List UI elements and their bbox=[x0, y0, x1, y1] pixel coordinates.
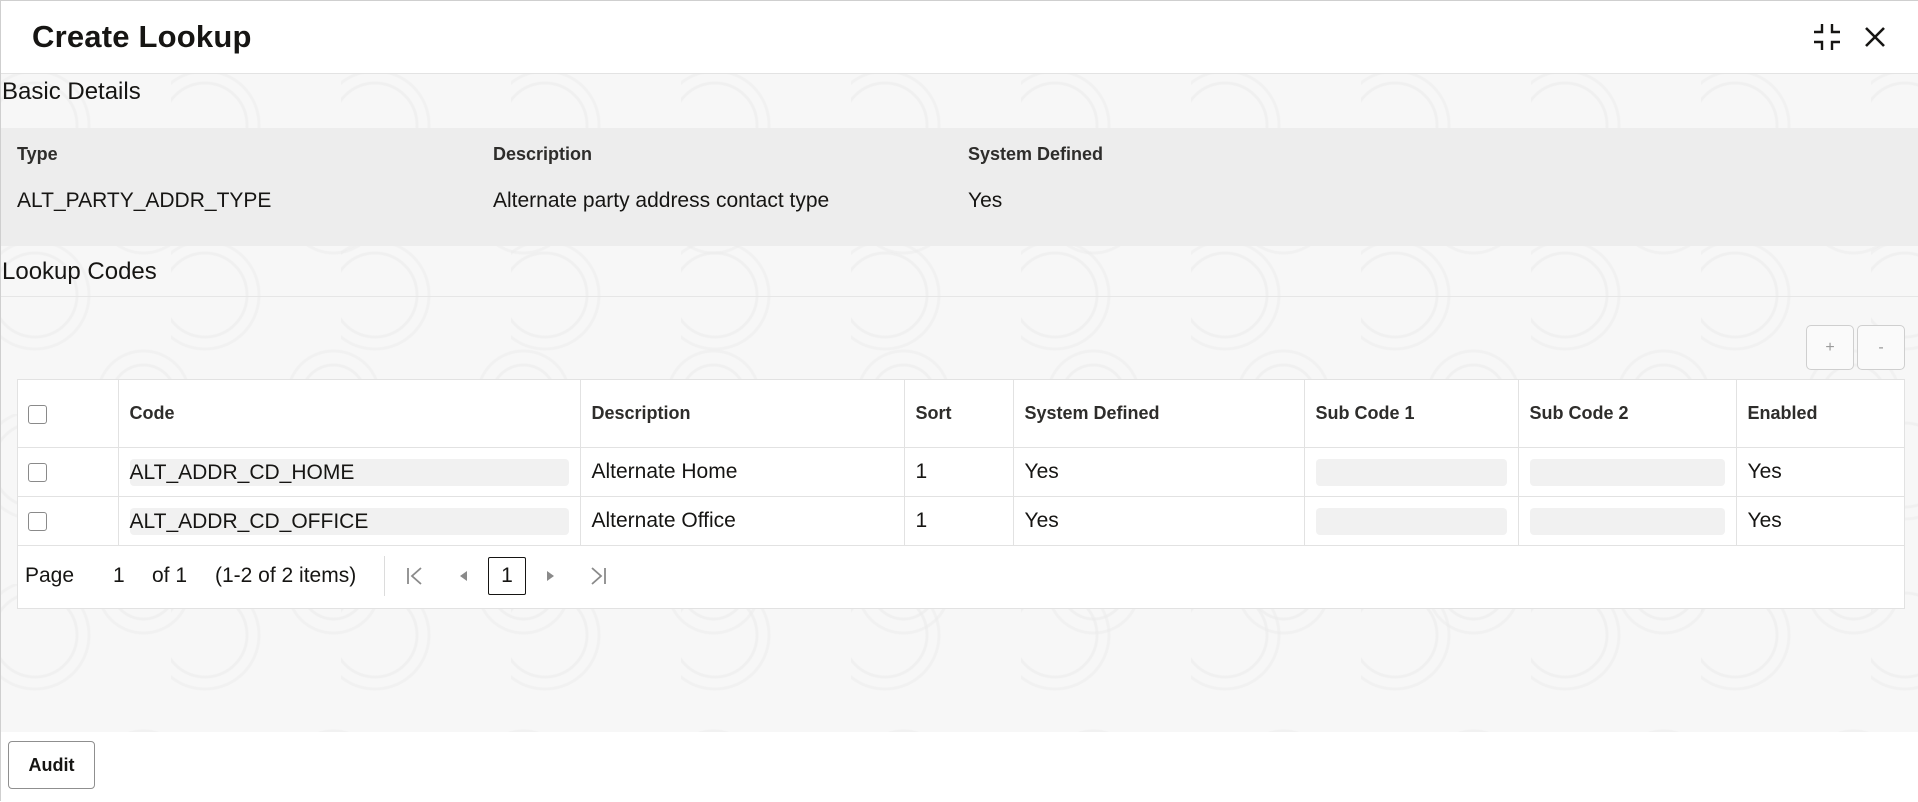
code-field[interactable]: ALT_ADDR_CD_HOME bbox=[129, 458, 569, 486]
select-all-cell bbox=[18, 380, 119, 448]
page-of-label: of 1 bbox=[152, 564, 188, 587]
sort-cell: 1 bbox=[904, 496, 1014, 546]
type-label: Type bbox=[17, 144, 58, 164]
column-header-sort[interactable]: Sort bbox=[904, 380, 1014, 448]
pagination-bar: Page 1 of 1 (1-2 of 2 items) 1 bbox=[18, 544, 1905, 608]
column-header-sub-code-1[interactable]: Sub Code 1 bbox=[1304, 380, 1519, 448]
sub-code-2-field[interactable] bbox=[1529, 458, 1725, 486]
table-row[interactable]: ALT_ADDR_CD_OFFICE Alternate Office 1 Ye… bbox=[18, 496, 1905, 546]
system-defined-value: Yes bbox=[968, 189, 1003, 212]
dialog-header: Create Lookup bbox=[1, 1, 1918, 74]
code-field[interactable]: ALT_ADDR_CD_OFFICE bbox=[129, 507, 569, 535]
sub-code-2-field[interactable] bbox=[1529, 507, 1725, 535]
close-icon[interactable] bbox=[1857, 19, 1893, 55]
system-defined-label: System Defined bbox=[968, 144, 1104, 164]
remove-row-button[interactable]: - bbox=[1857, 325, 1905, 370]
description-value: Alternate party address contact type bbox=[493, 189, 830, 212]
column-header-enabled[interactable]: Enabled bbox=[1736, 380, 1905, 448]
create-lookup-dialog: Create Lookup Basic Details Type ALT_PAR… bbox=[0, 0, 1918, 802]
select-all-checkbox[interactable] bbox=[28, 404, 47, 424]
collapse-icon[interactable] bbox=[1809, 19, 1845, 55]
audit-button[interactable]: Audit bbox=[8, 741, 95, 789]
enabled-cell: Yes bbox=[1736, 447, 1905, 497]
dialog-title: Create Lookup bbox=[32, 19, 252, 54]
section-divider bbox=[1, 296, 1918, 297]
pager-divider bbox=[384, 556, 385, 596]
sub-code-1-field[interactable] bbox=[1315, 458, 1507, 486]
row-checkbox[interactable] bbox=[28, 462, 47, 482]
sort-cell: 1 bbox=[904, 447, 1014, 497]
column-header-sub-code-2[interactable]: Sub Code 2 bbox=[1518, 380, 1737, 448]
lookup-codes-table: Code Description Sort System Defined Sub… bbox=[17, 379, 1905, 609]
current-page-button[interactable]: 1 bbox=[488, 557, 526, 595]
page-input[interactable]: 1 bbox=[113, 544, 125, 608]
description-label: Description bbox=[493, 144, 593, 164]
column-header-description[interactable]: Description bbox=[580, 380, 905, 448]
system-defined-cell: Yes bbox=[1013, 447, 1305, 497]
system-defined-cell: Yes bbox=[1013, 496, 1305, 546]
column-header-system-defined[interactable]: System Defined bbox=[1013, 380, 1305, 448]
page-label: Page bbox=[25, 564, 75, 587]
last-page-icon[interactable] bbox=[586, 564, 610, 588]
previous-page-icon[interactable] bbox=[452, 564, 476, 588]
items-count-label: (1-2 of 2 items) bbox=[215, 564, 357, 587]
description-cell: Alternate Office bbox=[580, 496, 905, 546]
enabled-cell: Yes bbox=[1736, 496, 1905, 546]
row-checkbox[interactable] bbox=[28, 511, 47, 531]
first-page-icon[interactable] bbox=[403, 564, 427, 588]
type-value: ALT_PARTY_ADDR_TYPE bbox=[17, 189, 272, 212]
add-row-button[interactable]: + bbox=[1806, 325, 1854, 370]
basic-details-heading: Basic Details bbox=[2, 78, 141, 105]
column-header-code[interactable]: Code bbox=[118, 380, 581, 448]
table-row[interactable]: ALT_ADDR_CD_HOME Alternate Home 1 Yes Ye… bbox=[18, 447, 1905, 497]
sub-code-1-field[interactable] bbox=[1315, 507, 1507, 535]
dialog-footer bbox=[1, 732, 1918, 802]
next-page-icon[interactable] bbox=[538, 564, 562, 588]
lookup-codes-heading: Lookup Codes bbox=[2, 258, 157, 285]
description-cell: Alternate Home bbox=[580, 447, 905, 497]
table-header-row: Code Description Sort System Defined Sub… bbox=[18, 380, 1905, 448]
basic-details-panel: Type ALT_PARTY_ADDR_TYPE Description Alt… bbox=[1, 128, 1918, 246]
